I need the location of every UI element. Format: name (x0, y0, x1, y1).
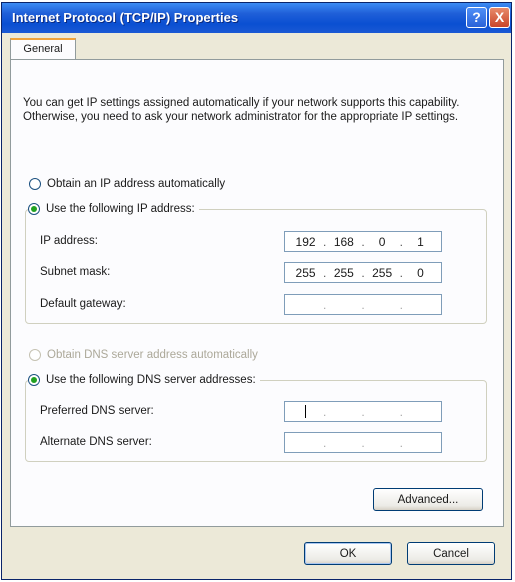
obtain-ip-auto-radio[interactable] (29, 178, 41, 190)
obtain-dns-auto-option[interactable]: Obtain DNS server address automatically (29, 347, 258, 363)
intro-text: You can get IP settings assigned automat… (23, 97, 460, 123)
use-following-ip-option[interactable]: Use the following IP address: (28, 201, 199, 217)
alternate-dns-input[interactable]: . . . (284, 432, 442, 453)
obtain-dns-auto-label: Obtain DNS server address automatically (47, 349, 258, 361)
ip-address-octet-4: 1 (417, 234, 424, 249)
subnet-mask-octet-4: 0 (417, 265, 424, 280)
preferred-dns-input[interactable]: . . . (284, 401, 442, 422)
advanced-button[interactable]: Advanced... (373, 488, 483, 511)
default-gateway-input[interactable]: . . . (284, 294, 442, 315)
use-following-ip-radio[interactable] (28, 203, 40, 215)
ip-address-group: Use the following IP address: IP address… (25, 201, 487, 324)
subnet-mask-octet-1: 255 (295, 265, 316, 280)
ip-address-input[interactable]: 192 . 168 . 0 . 1 (284, 231, 442, 252)
title-bar[interactable]: Internet Protocol (TCP/IP) Properties ? … (2, 3, 511, 33)
cancel-button[interactable]: Cancel (407, 542, 495, 565)
subnet-mask-octet-2: 255 (333, 265, 354, 280)
ip-address-octet-3: 0 (378, 234, 386, 249)
alternate-dns-label: Alternate DNS server: (40, 436, 152, 448)
ip-address-octet-1: 192 (295, 234, 316, 249)
ip-address-label: IP address: (40, 235, 98, 247)
ip-address-octet-2: 168 (333, 234, 354, 249)
subnet-mask-octet-3: 255 (372, 265, 393, 280)
window-title: Internet Protocol (TCP/IP) Properties (12, 10, 239, 25)
use-following-dns-radio[interactable] (28, 374, 40, 386)
obtain-dns-auto-radio[interactable] (29, 349, 41, 361)
preferred-dns-label: Preferred DNS server: (40, 405, 154, 417)
close-icon[interactable]: X (489, 7, 510, 28)
use-following-dns-option[interactable]: Use the following DNS server addresses: (28, 372, 260, 388)
dns-server-group: Use the following DNS server addresses: … (25, 372, 487, 462)
obtain-ip-auto-label: Obtain an IP address automatically (47, 178, 226, 190)
use-following-dns-label: Use the following DNS server addresses: (46, 374, 256, 386)
default-gateway-label: Default gateway: (40, 298, 126, 310)
obtain-ip-auto-option[interactable]: Obtain an IP address automatically (29, 176, 225, 192)
subnet-mask-input[interactable]: 255 . 255 . 255 . 0 (284, 262, 442, 283)
ok-button[interactable]: OK (304, 542, 392, 565)
text-cursor (305, 405, 306, 418)
tab-general[interactable]: General (10, 38, 76, 60)
tcpip-properties-dialog: Internet Protocol (TCP/IP) Properties ? … (1, 2, 512, 580)
help-icon[interactable]: ? (466, 7, 487, 28)
general-tab-panel: You can get IP settings assigned automat… (10, 59, 504, 527)
use-following-ip-label: Use the following IP address: (46, 203, 195, 215)
subnet-mask-label: Subnet mask: (40, 266, 111, 278)
